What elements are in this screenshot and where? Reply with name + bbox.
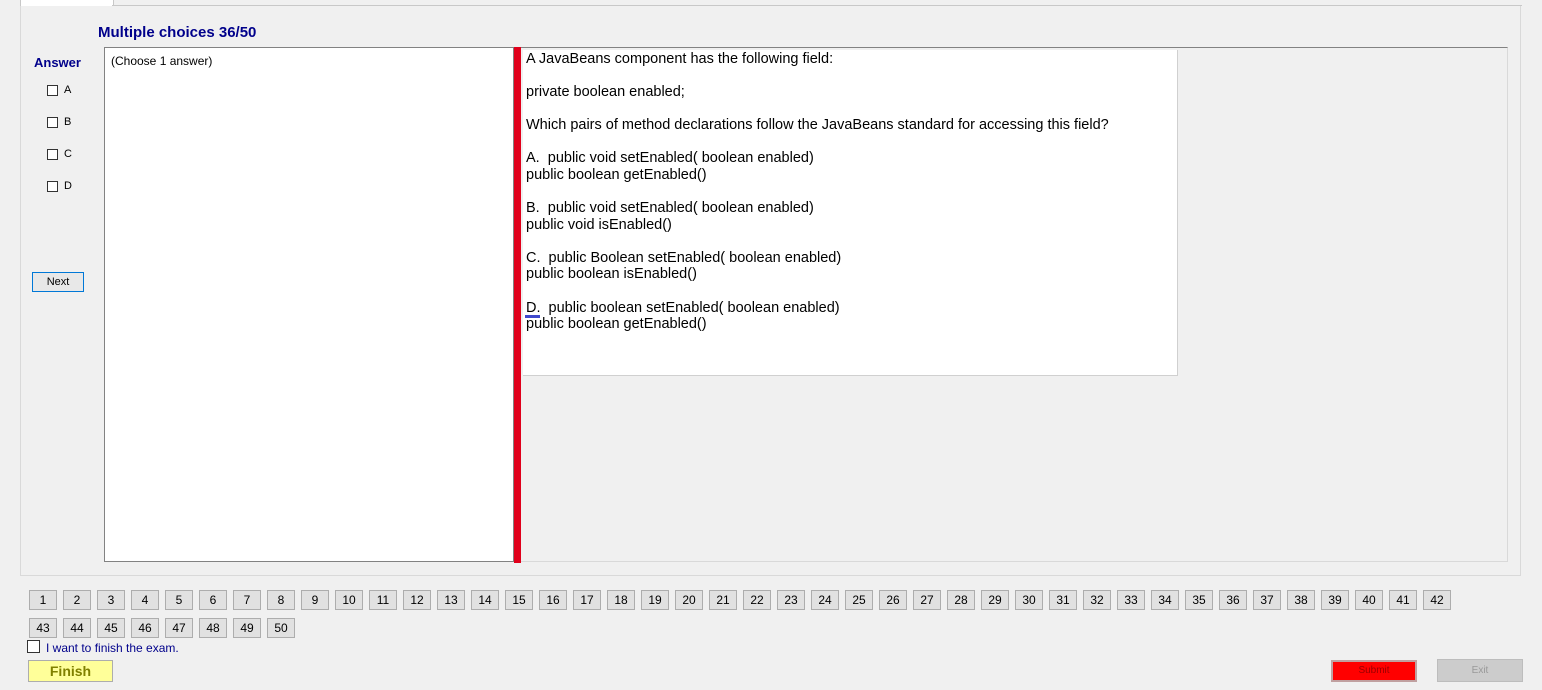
question-number-button[interactable]: 3 xyxy=(97,590,125,610)
question-line: C. public Boolean setEnabled( boolean en… xyxy=(526,250,842,266)
pane-splitter[interactable] xyxy=(514,47,521,563)
question-number-button[interactable]: 23 xyxy=(777,590,805,610)
question-number-button[interactable]: 46 xyxy=(131,618,159,638)
section-title: Multiple choices 36/50 xyxy=(98,24,257,41)
submit-button[interactable]: Submit xyxy=(1331,660,1417,682)
question-line: public boolean getEnabled() xyxy=(526,316,707,332)
question-line: A. public void setEnabled( boolean enabl… xyxy=(526,150,814,166)
question-line: A JavaBeans component has the following … xyxy=(526,51,834,67)
checkbox-box[interactable] xyxy=(47,116,58,128)
choose-instruction: (Choose 1 answer) xyxy=(111,54,213,68)
question-line: B. public void setEnabled( boolean enabl… xyxy=(526,200,814,216)
option-d-checkbox[interactable]: D xyxy=(47,179,72,193)
question-number-button[interactable]: 42 xyxy=(1423,590,1451,610)
question-number-button[interactable]: 49 xyxy=(233,618,261,638)
question-number-button[interactable]: 48 xyxy=(199,618,227,638)
question-line: D. public boolean setEnabled( boolean en… xyxy=(526,300,840,316)
question-number-button[interactable]: 6 xyxy=(199,590,227,610)
option-label: B xyxy=(64,116,72,128)
question-number-button[interactable]: 9 xyxy=(301,590,329,610)
question-number-button[interactable]: 21 xyxy=(709,590,737,610)
answer-label: Answer xyxy=(34,55,81,70)
question-number-button[interactable]: 39 xyxy=(1321,590,1349,610)
question-line: Which pairs of method declarations follo… xyxy=(526,117,1109,133)
question-number-button[interactable]: 27 xyxy=(913,590,941,610)
question-number-button[interactable]: 1 xyxy=(29,590,57,610)
question-number-button[interactable]: 43 xyxy=(29,618,57,638)
question-number-button[interactable]: 14 xyxy=(471,590,499,610)
next-button[interactable]: Next xyxy=(32,272,84,292)
question-number-button[interactable]: 24 xyxy=(811,590,839,610)
checkbox-box[interactable] xyxy=(47,180,58,192)
text-selection-caret xyxy=(525,315,540,318)
finish-button[interactable]: Finish xyxy=(28,660,113,682)
finish-exam-checkbox[interactable] xyxy=(27,640,40,653)
question-number-button[interactable]: 11 xyxy=(369,590,397,610)
question-number-button[interactable]: 22 xyxy=(743,590,771,610)
question-number-button[interactable]: 2 xyxy=(63,590,91,610)
question-number-button[interactable]: 19 xyxy=(641,590,669,610)
question-number-button[interactable]: 33 xyxy=(1117,590,1145,610)
option-c-checkbox[interactable]: C xyxy=(47,147,72,161)
question-line: public void isEnabled() xyxy=(526,217,672,233)
option-label: A xyxy=(64,84,72,96)
question-number-button[interactable]: 13 xyxy=(437,590,465,610)
question-line: public boolean isEnabled() xyxy=(526,266,697,282)
question-number-button[interactable]: 10 xyxy=(335,590,363,610)
answer-text-pane[interactable] xyxy=(104,47,514,562)
option-label: C xyxy=(64,148,72,160)
question-number-button[interactable]: 29 xyxy=(981,590,1009,610)
question-number-button[interactable]: 7 xyxy=(233,590,261,610)
option-b-checkbox[interactable]: B xyxy=(47,115,71,129)
checkbox-box[interactable] xyxy=(47,84,58,96)
question-number-button[interactable]: 8 xyxy=(267,590,295,610)
question-line: private boolean enabled; xyxy=(526,84,685,100)
question-number-button[interactable]: 41 xyxy=(1389,590,1417,610)
question-number-button[interactable]: 40 xyxy=(1355,590,1383,610)
exit-button[interactable]: Exit xyxy=(1437,659,1523,682)
question-number-button[interactable]: 15 xyxy=(505,590,533,610)
question-number-button[interactable]: 32 xyxy=(1083,590,1111,610)
question-number-button[interactable]: 26 xyxy=(879,590,907,610)
question-number-button[interactable]: 47 xyxy=(165,618,193,638)
question-number-button[interactable]: 45 xyxy=(97,618,125,638)
checkbox-box[interactable] xyxy=(47,148,58,160)
question-number-button[interactable]: 50 xyxy=(267,618,295,638)
question-number-button[interactable]: 38 xyxy=(1287,590,1315,610)
question-number-button[interactable]: 36 xyxy=(1219,590,1247,610)
question-number-button[interactable]: 4 xyxy=(131,590,159,610)
question-line: public boolean getEnabled() xyxy=(526,167,707,183)
question-number-button[interactable]: 5 xyxy=(165,590,193,610)
question-number-button[interactable]: 44 xyxy=(63,618,91,638)
question-number-button[interactable]: 12 xyxy=(403,590,431,610)
question-number-button[interactable]: 37 xyxy=(1253,590,1281,610)
question-number-button[interactable]: 16 xyxy=(539,590,567,610)
option-label: D xyxy=(64,180,72,192)
question-number-button[interactable]: 20 xyxy=(675,590,703,610)
question-number-button[interactable]: 31 xyxy=(1049,590,1077,610)
question-number-button[interactable]: 18 xyxy=(607,590,635,610)
question-number-button[interactable]: 34 xyxy=(1151,590,1179,610)
question-number-button[interactable]: 35 xyxy=(1185,590,1213,610)
finish-exam-label: I want to finish the exam. xyxy=(46,641,179,655)
question-number-button[interactable]: 28 xyxy=(947,590,975,610)
option-a-checkbox[interactable]: A xyxy=(47,83,71,97)
question-number-button[interactable]: 30 xyxy=(1015,590,1043,610)
question-number-button[interactable]: 25 xyxy=(845,590,873,610)
question-number-button[interactable]: 17 xyxy=(573,590,601,610)
